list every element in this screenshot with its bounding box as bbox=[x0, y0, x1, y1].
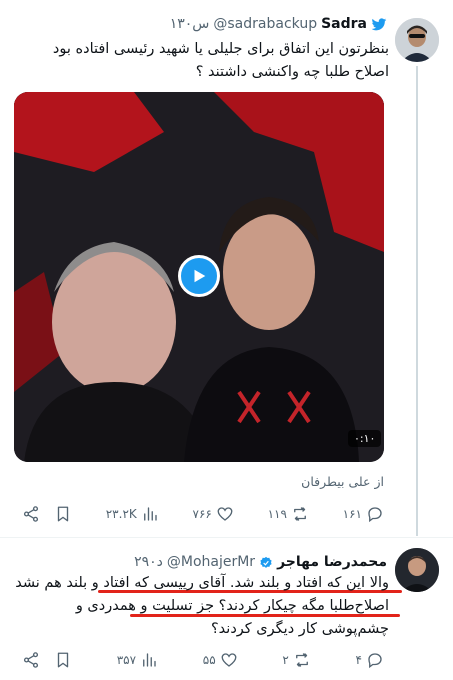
tweet-text: والا این که افتاد و بلند شد. آقای رییسی … bbox=[15, 575, 389, 637]
display-name[interactable]: Sadra bbox=[321, 16, 367, 32]
user-handle[interactable]: @sadrabackup bbox=[213, 16, 317, 32]
share-button[interactable] bbox=[22, 505, 40, 523]
share-button[interactable] bbox=[22, 651, 40, 669]
user-handle[interactable]: @MohajerMr bbox=[167, 554, 255, 570]
like-count: ۵۵ bbox=[202, 653, 216, 667]
video-attribution[interactable]: از علی بیطرفان bbox=[294, 474, 384, 489]
like-icon bbox=[217, 507, 233, 521]
share-icon bbox=[23, 652, 39, 668]
retweet-button[interactable]: ۱۱۹ bbox=[268, 505, 309, 523]
views-icon bbox=[143, 507, 157, 521]
video-player[interactable]: ۰:۱۰ bbox=[14, 92, 384, 462]
reply-icon bbox=[368, 653, 382, 669]
reply-button[interactable]: ۴ bbox=[356, 651, 384, 669]
views-icon bbox=[143, 653, 156, 667]
retweet-icon bbox=[293, 507, 306, 521]
views-button[interactable]: ۳۵۷ bbox=[117, 651, 158, 669]
bookmark-icon bbox=[57, 652, 69, 668]
retweet-icon bbox=[295, 653, 308, 667]
action-bar: ۴ ۲ ۵۵ ۳۵۷ bbox=[22, 648, 384, 672]
retweet-button[interactable]: ۲ bbox=[282, 651, 310, 669]
tweet-reply[interactable]: محمدرضا مهاجر @MohajerMr ۲۹۰د والا این ک… bbox=[0, 538, 453, 680]
tweet-original[interactable]: Sadra @sadrabackup ۱۳۰س بنظرتون این اتفا… bbox=[0, 0, 453, 538]
views-button[interactable]: ۲۳.۲K bbox=[106, 505, 159, 523]
like-button[interactable]: ۵۵ bbox=[203, 651, 238, 669]
like-button[interactable]: ۷۶۶ bbox=[193, 505, 234, 523]
reply-count: ۱۶۱ bbox=[342, 507, 362, 521]
avatar-photo bbox=[395, 18, 439, 62]
tweet-text: بنظرتون این اتفاق برای جلیلی یا شهید رئی… bbox=[52, 41, 389, 80]
avatar[interactable] bbox=[395, 548, 439, 592]
thread-line bbox=[416, 66, 418, 536]
bookmark-icon bbox=[57, 506, 69, 522]
twitter-bird-icon bbox=[371, 17, 387, 31]
reply-icon bbox=[368, 507, 382, 523]
display-name[interactable]: محمدرضا مهاجر bbox=[277, 554, 387, 570]
avatar-photo bbox=[395, 548, 439, 592]
bookmark-button[interactable] bbox=[54, 505, 72, 523]
verified-badge-icon bbox=[259, 555, 273, 569]
like-count: ۷۶۶ bbox=[192, 507, 212, 521]
reply-button[interactable]: ۱۶۱ bbox=[343, 505, 384, 523]
timestamp[interactable]: ۲۹۰د bbox=[134, 554, 163, 570]
tweet-header: محمدرضا مهاجر @MohajerMr ۲۹۰د bbox=[134, 552, 387, 572]
timestamp[interactable]: ۱۳۰س bbox=[170, 16, 210, 32]
views-count: ۲۳.۲K bbox=[105, 507, 137, 521]
video-duration: ۰:۱۰ bbox=[348, 430, 382, 447]
avatar[interactable] bbox=[395, 18, 439, 62]
action-bar: ۱۶۱ ۱۱۹ ۷۶۶ ۲۳.۲K bbox=[22, 502, 384, 526]
tweet-header: Sadra @sadrabackup ۱۳۰س bbox=[170, 14, 387, 34]
retweet-count: ۱۱۹ bbox=[267, 507, 287, 521]
play-button[interactable] bbox=[178, 255, 220, 297]
like-icon bbox=[221, 653, 237, 667]
retweet-count: ۲ bbox=[282, 653, 289, 667]
reply-count: ۴ bbox=[355, 653, 362, 667]
bookmark-button[interactable] bbox=[54, 651, 72, 669]
share-icon bbox=[23, 506, 39, 522]
views-count: ۳۵۷ bbox=[116, 653, 137, 667]
play-icon bbox=[194, 269, 206, 283]
